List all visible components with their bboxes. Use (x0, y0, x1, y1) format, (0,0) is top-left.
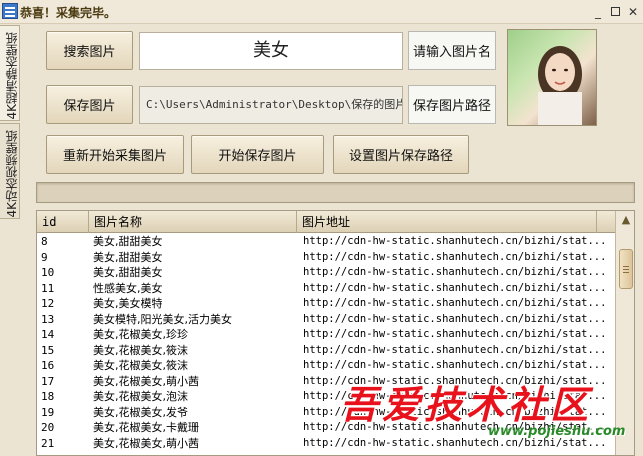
table-row[interactable]: 9 美女,甜甜美女 http://cdn-hw-static.shanhutech.… (37, 250, 615, 266)
save-button[interactable]: 保存图片 (46, 85, 133, 124)
row-url: http://cdn-hw-static.shanhutech.cn/bizhi… (303, 281, 607, 294)
row-url: http://cdn-hw-static.shanhutech.cn/bizhi… (303, 390, 607, 402)
row-name: 美女,甜甜美女 (93, 266, 163, 279)
table-row[interactable]: 17 美女,花椒美女,萌小茜 http://cdn-hw-static.shanhu… (37, 374, 615, 390)
row-url: http://cdn-hw-static.shanhutech.cn/bizhi… (303, 359, 607, 371)
row-id: 19 (41, 405, 55, 419)
preview-image (507, 29, 597, 126)
row-name: 美女模特,阳光美女,活力美女 (93, 312, 232, 326)
row-name: 美女,花椒美女,萌小茜 (93, 374, 199, 388)
table-row[interactable]: 11 性感美女,美女 http://cdn-hw-static.shanhutech… (37, 281, 615, 297)
row-id: 14 (41, 328, 55, 341)
table-row[interactable]: 20 美女,花椒美女,卡戴珊 http://cdn-hw-static.shanhu… (37, 420, 615, 436)
row-name: 美女,花椒美女,卡戴珊 (93, 421, 199, 434)
window-title: 恭喜！采集完毕。 (20, 6, 117, 20)
row-id: 10 (41, 266, 55, 279)
scroll-thumb[interactable] (619, 249, 633, 289)
row-name: 美女,花椒美女,泡沫 (93, 390, 188, 403)
restart-collect-button[interactable]: 重新开始采集图片 (46, 135, 184, 174)
maximize-button[interactable] (607, 4, 623, 20)
row-url: http://cdn-hw-static.shanhutech.cn/bizhi… (303, 374, 607, 387)
header-url[interactable]: 图片地址 (297, 211, 597, 233)
row-name: 性感美女,美女 (93, 281, 163, 295)
tab-static-wallpaper[interactable]: 4K超清静态壁纸 (0, 25, 20, 121)
table-row[interactable]: 13 美女模特,阳光美女,活力美女 http://cdn-hw-static.sha… (37, 312, 615, 328)
minimize-button[interactable]: _ (590, 4, 606, 20)
row-url: http://cdn-hw-static.shanhutech.cn/bizhi… (303, 250, 607, 263)
table-row[interactable]: 15 美女,花椒美女,筱沫 http://cdn-hw-static.shanhut… (37, 343, 615, 359)
table-row[interactable]: 8 美女,甜甜美女 http://cdn-hw-static.shanhutech.… (37, 234, 615, 250)
row-name: 美女,花椒美女,筱沫 (93, 359, 188, 372)
row-url: http://cdn-hw-static.shanhutech.cn/bizhi… (303, 405, 607, 418)
row-id: 21 (41, 436, 55, 450)
start-save-button[interactable]: 开始保存图片 (191, 135, 324, 174)
row-url: http://cdn-hw-static.shanhutech.cn/bizhi… (303, 436, 607, 449)
table-row[interactable]: 21 美女,花椒美女,萌小茜 http://cdn-hw-static.shanhu… (37, 436, 615, 452)
portrait-image (538, 46, 582, 125)
close-button[interactable]: ✕ (625, 4, 641, 20)
header-name[interactable]: 图片名称 (89, 211, 297, 233)
progress-bar (36, 182, 635, 203)
row-id: 15 (41, 343, 55, 357)
row-url: http://cdn-hw-static.shanhutech.cn/bizhi… (303, 297, 607, 309)
table-header: id 图片名称 图片地址 (37, 211, 615, 233)
maximize-icon (610, 7, 620, 16)
search-input[interactable]: 美女 (139, 32, 403, 70)
tab-video-wallpaper[interactable]: 4K动态视频壁纸 (0, 123, 20, 219)
table-row[interactable]: 18 美女,花椒美女,泡沫 http://cdn-hw-static.shanhut… (37, 389, 615, 405)
table-row[interactable]: 16 美女,花椒美女,筱沫 http://cdn-hw-static.shanhut… (37, 358, 615, 374)
row-id: 12 (41, 297, 55, 310)
row-name: 美女,甜甜美女 (93, 250, 163, 264)
row-id: 11 (41, 281, 55, 295)
row-url: http://cdn-hw-static.shanhutech.cn/bizhi… (303, 312, 607, 325)
row-name: 美女,美女模特 (93, 297, 163, 310)
save-path-button[interactable]: 保存图片路径 (408, 85, 496, 124)
app-icon (2, 3, 18, 19)
table-row[interactable]: 10 美女,甜甜美女 http://cdn-hw-static.shanhutech… (37, 265, 615, 281)
row-name: 美女,花椒美女,萌小茜 (93, 436, 199, 450)
row-name: 美女,花椒美女,珍珍 (93, 328, 188, 341)
row-id: 18 (41, 390, 55, 403)
row-url: http://cdn-hw-static.shanhutech.cn/bizhi… (303, 343, 607, 356)
search-button[interactable]: 搜索图片 (46, 31, 133, 70)
header-id[interactable]: id (37, 211, 89, 233)
row-name: 美女,花椒美女,筱沫 (93, 343, 188, 357)
row-url: http://cdn-hw-static.shanhutech.cn/bizhi… (303, 235, 607, 247)
table-row[interactable]: 14 美女,花椒美女,珍珍 http://cdn-hw-static.shanhut… (37, 327, 615, 343)
title-bar: 恭喜！采集完毕。 _ ✕ (0, 0, 643, 24)
row-id: 8 (41, 235, 48, 248)
save-path-field[interactable]: C:\Users\Administrator\Desktop\保存的图片 (139, 86, 403, 124)
set-save-path-button[interactable]: 设置图片保存路径 (333, 135, 469, 174)
table-row[interactable]: 19 美女,花椒美女,发爷 http://cdn-hw-static.shanhut… (37, 405, 615, 421)
row-id: 16 (41, 359, 55, 372)
row-id: 9 (41, 250, 48, 264)
image-table[interactable]: id 图片名称 图片地址 8 美女,甜甜美女 http://cdn-hw-stati… (36, 210, 635, 456)
row-id: 20 (41, 421, 55, 434)
tab-static-wallpaper-label: 4K超清静态壁纸 (5, 32, 19, 120)
row-url: http://cdn-hw-static.shanhutech.cn/bizhi… (303, 266, 607, 278)
row-id: 17 (41, 374, 55, 388)
name-hint-button[interactable]: 请输入图片名 (408, 31, 496, 70)
table-body: 8 美女,甜甜美女 http://cdn-hw-static.shanhutech.… (37, 234, 615, 451)
row-url: http://cdn-hw-static.shanhutech.cn/bizhi… (303, 421, 607, 433)
row-name: 美女,花椒美女,发爷 (93, 405, 188, 419)
vertical-scrollbar[interactable]: ▲ (615, 211, 634, 455)
row-url: http://cdn-hw-static.shanhutech.cn/bizhi… (303, 328, 607, 340)
scroll-up-icon[interactable]: ▲ (618, 212, 634, 228)
row-name: 美女,甜甜美女 (93, 235, 163, 248)
row-id: 13 (41, 312, 55, 326)
tab-video-wallpaper-label: 4K动态视频壁纸 (5, 130, 19, 218)
table-row[interactable]: 12 美女,美女模特 http://cdn-hw-static.shanhutech… (37, 296, 615, 312)
